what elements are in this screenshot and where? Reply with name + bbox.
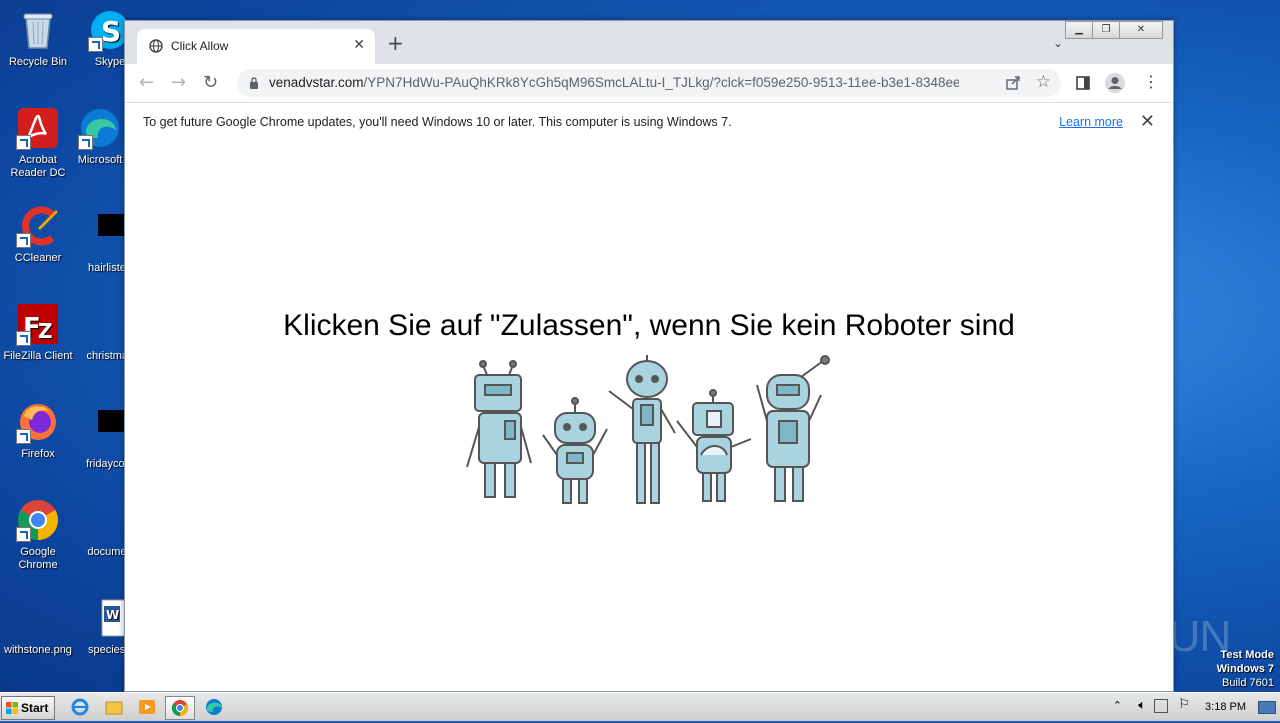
kebab-menu-icon[interactable]: ⋮ <box>1143 72 1159 91</box>
profile-icon[interactable] <box>1104 72 1126 94</box>
svg-text:W: W <box>106 608 119 622</box>
plus-icon[interactable]: + <box>387 33 404 53</box>
image-file-icon <box>16 596 60 640</box>
system-clock[interactable]: 3:18 PM <box>1205 701 1246 713</box>
taskbar-ie[interactable] <box>66 696 94 718</box>
side-panel-icon[interactable] <box>1076 76 1090 90</box>
recycle-bin-icon <box>16 8 60 52</box>
globe-icon <box>149 39 163 53</box>
edge-icon <box>78 106 122 150</box>
ccleaner-icon <box>16 204 60 248</box>
back-arrow-icon[interactable]: ← <box>139 73 154 93</box>
taskbar-chrome[interactable] <box>165 696 195 720</box>
tab-title: Click Allow <box>171 39 229 53</box>
desktop-icon-filezilla[interactable]: FZ FileZilla Client <box>0 302 76 363</box>
filezilla-icon: FZ <box>16 302 60 346</box>
acrobat-icon <box>16 106 60 150</box>
start-label: Start <box>21 701 49 715</box>
tab-click-allow[interactable]: Click Allow ✕ <box>137 29 375 64</box>
lock-icon <box>250 77 258 89</box>
share-icon[interactable] <box>1005 75 1021 91</box>
tab-strip: Click Allow ✕ + ⌄ ▁ ❐ ✕ <box>125 21 1173 64</box>
edge-icon <box>206 699 222 715</box>
desktop-icon-firefox[interactable]: Firefox <box>0 400 76 461</box>
desktop-icon-label: Google Chrome <box>18 546 58 571</box>
svg-text:S: S <box>101 15 121 48</box>
shortcut-arrow-icon <box>16 135 31 150</box>
test-mode-line: Test Mode <box>1220 649 1274 661</box>
chrome-icon <box>16 498 60 542</box>
shortcut-arrow-icon <box>16 429 31 444</box>
page-content: Klicken Sie auf "Zulassen", wenn Sie kei… <box>125 143 1173 691</box>
learn-more-link[interactable]: Learn more <box>1059 115 1123 129</box>
test-mode-notice: Test Mode Windows 7 Build 7601 <box>1217 648 1274 690</box>
url-text: venadvstar.com/YPN7HdWu-PAuQhKRk8YcGh5qM… <box>269 75 959 90</box>
chrome-icon <box>171 700 189 717</box>
window-controls: ▁ ❐ ✕ <box>1065 21 1163 39</box>
page-headline: Klicken Sie auf "Zulassen", wenn Sie kei… <box>283 309 1015 342</box>
shortcut-arrow-icon <box>88 37 103 52</box>
shortcut-arrow-icon <box>78 135 93 150</box>
shortcut-arrow-icon <box>16 331 31 346</box>
browser-toolbar: ← → ↻ venadvstar.com/YPN7HdWu-PAuQhKRk8Y… <box>125 64 1173 103</box>
taskbar-edge[interactable] <box>200 696 228 718</box>
close-window-button[interactable]: ✕ <box>1119 21 1163 39</box>
shortcut-arrow-icon <box>16 527 31 542</box>
chevron-down-icon[interactable]: ⌄ <box>1053 36 1063 50</box>
desktop-icon-recycle-bin[interactable]: Recycle Bin <box>0 8 76 69</box>
infobar-message: To get future Google Chrome updates, you… <box>143 115 732 129</box>
svg-text:Z: Z <box>38 319 53 343</box>
minimize-button[interactable]: ▁ <box>1065 21 1093 39</box>
shortcut-arrow-icon <box>16 233 31 248</box>
desktop-icon-label: withstone.png <box>4 644 72 656</box>
firefox-icon <box>16 400 60 444</box>
restore-button[interactable]: ❐ <box>1092 21 1120 39</box>
update-infobar: To get future Google Chrome updates, you… <box>125 103 1173 144</box>
taskbar-media-player[interactable] <box>133 696 161 718</box>
desktop-icon-chrome[interactable]: Google Chrome <box>0 498 76 572</box>
desktop-icon-label: Firefox <box>21 448 55 460</box>
chrome-window: Click Allow ✕ + ⌄ ▁ ❐ ✕ ← → ↻ venadvstar… <box>124 20 1174 692</box>
reload-icon[interactable]: ↻ <box>203 73 218 93</box>
desktop-icon-label: CCleaner <box>14 252 62 264</box>
show-desktop-icon[interactable] <box>1258 701 1276 714</box>
close-icon[interactable]: ✕ <box>1140 111 1155 132</box>
robots-illustration <box>466 355 830 504</box>
network-icon[interactable] <box>1154 699 1168 713</box>
test-mode-line: Build 7601 <box>1222 677 1274 689</box>
desktop-icon-ccleaner[interactable]: CCleaner <box>0 204 76 265</box>
forward-arrow-icon[interactable]: → <box>171 73 186 93</box>
close-icon[interactable]: ✕ <box>353 37 365 53</box>
folder-icon <box>105 701 123 715</box>
windows-flag-icon <box>6 702 18 714</box>
action-center-flag-icon[interactable]: ⚐ <box>1178 697 1190 712</box>
url-path: /YPN7HdWu-PAuQhKRk8YcGh5qM96SmcLALtu-I_T… <box>363 75 959 90</box>
ie-icon <box>71 698 89 716</box>
volume-icon[interactable]: 🔈︎ <box>1138 698 1146 713</box>
desktop-icon-label: FileZilla Client <box>3 350 73 362</box>
desktop-icon-withstone[interactable]: withstone.png <box>0 596 76 657</box>
media-player-icon <box>139 700 155 714</box>
address-bar[interactable]: venadvstar.com/YPN7HdWu-PAuQhKRk8YcGh5qM… <box>237 69 1061 97</box>
taskbar: Start ⌃ 🔈︎ ⚐ 3:18 PM <box>0 692 1280 721</box>
star-icon[interactable]: ☆ <box>1036 72 1051 92</box>
start-button[interactable]: Start <box>1 696 55 720</box>
url-domain: venadvstar.com <box>269 75 364 90</box>
desktop-icon-label: Recycle Bin <box>8 56 68 68</box>
tray-chevron-up-icon[interactable]: ⌃ <box>1113 699 1122 712</box>
taskbar-explorer[interactable] <box>100 696 128 718</box>
test-mode-line: Windows 7 <box>1216 663 1274 675</box>
